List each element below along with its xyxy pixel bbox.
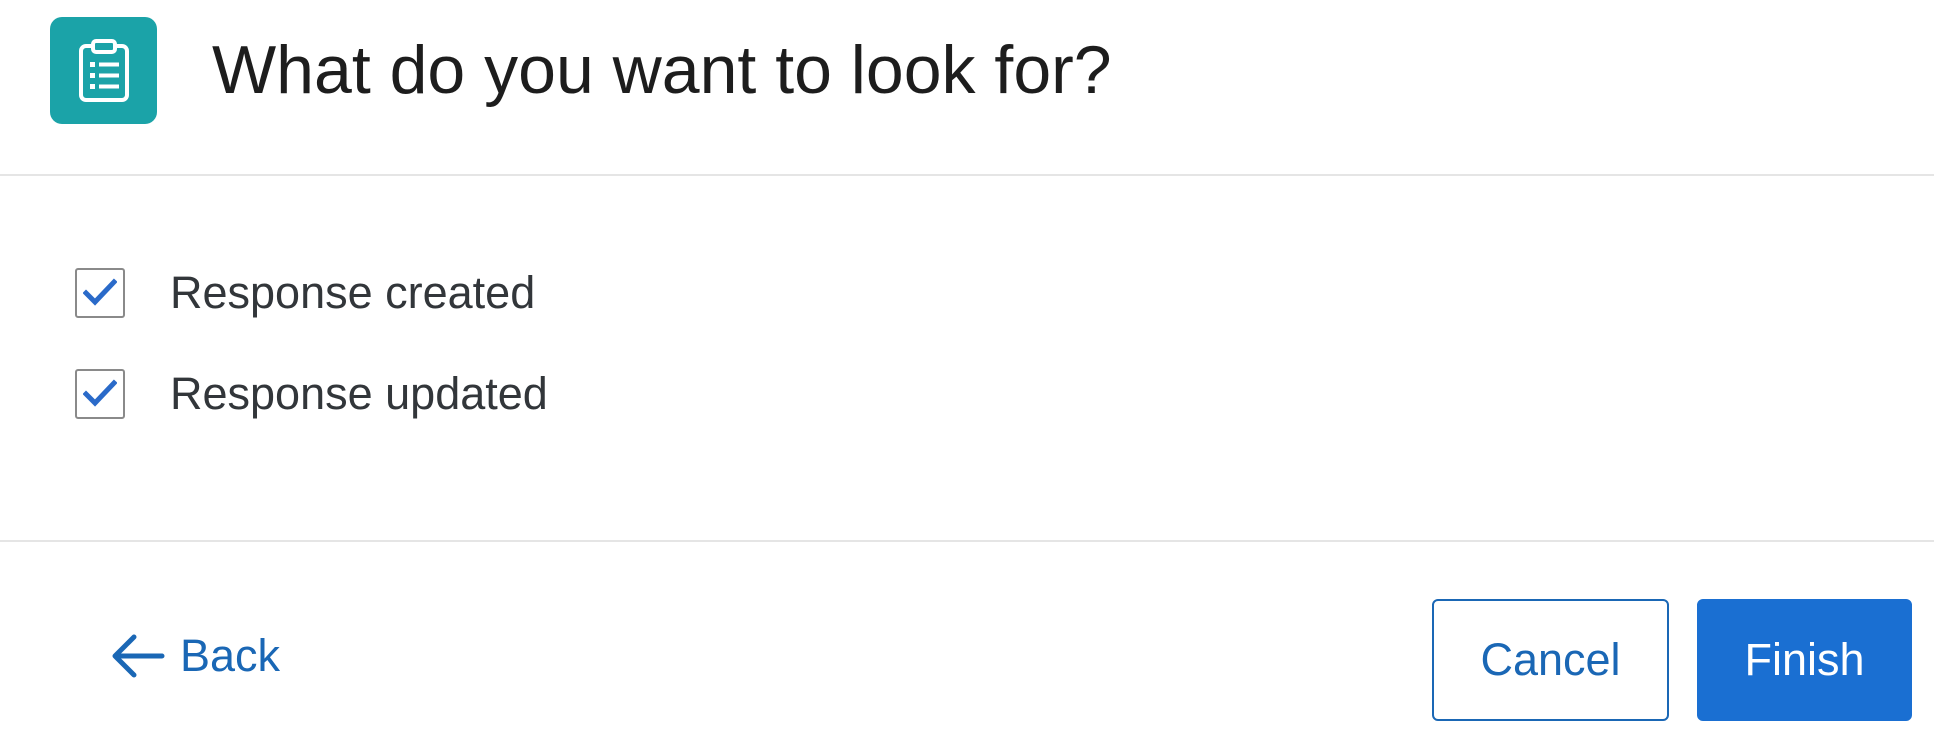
dialog-footer: Back Cancel Finish	[0, 542, 1934, 730]
option-label: Response updated	[170, 368, 548, 419]
back-button[interactable]: Back	[110, 630, 280, 682]
response-updated-checkbox[interactable]	[75, 369, 125, 419]
response-created-checkbox[interactable]	[75, 268, 125, 318]
checkmark-icon	[83, 278, 117, 306]
option-response-created[interactable]: Response created	[75, 267, 535, 319]
page-title: What do you want to look for?	[212, 32, 1112, 108]
arrow-left-icon	[112, 634, 165, 678]
dialog-header: What do you want to look for?	[0, 0, 1934, 176]
checkmark-icon	[83, 379, 117, 407]
cancel-button[interactable]: Cancel	[1432, 599, 1669, 721]
option-label: Response created	[170, 267, 536, 318]
finish-button[interactable]: Finish	[1697, 599, 1912, 721]
option-response-updated[interactable]: Response updated	[75, 368, 548, 420]
clipboard-list-icon	[50, 17, 157, 124]
back-label: Back	[180, 630, 281, 681]
options-list: Response created Response updated	[0, 176, 1934, 542]
dialog: What do you want to look for? Response c…	[0, 0, 1934, 730]
